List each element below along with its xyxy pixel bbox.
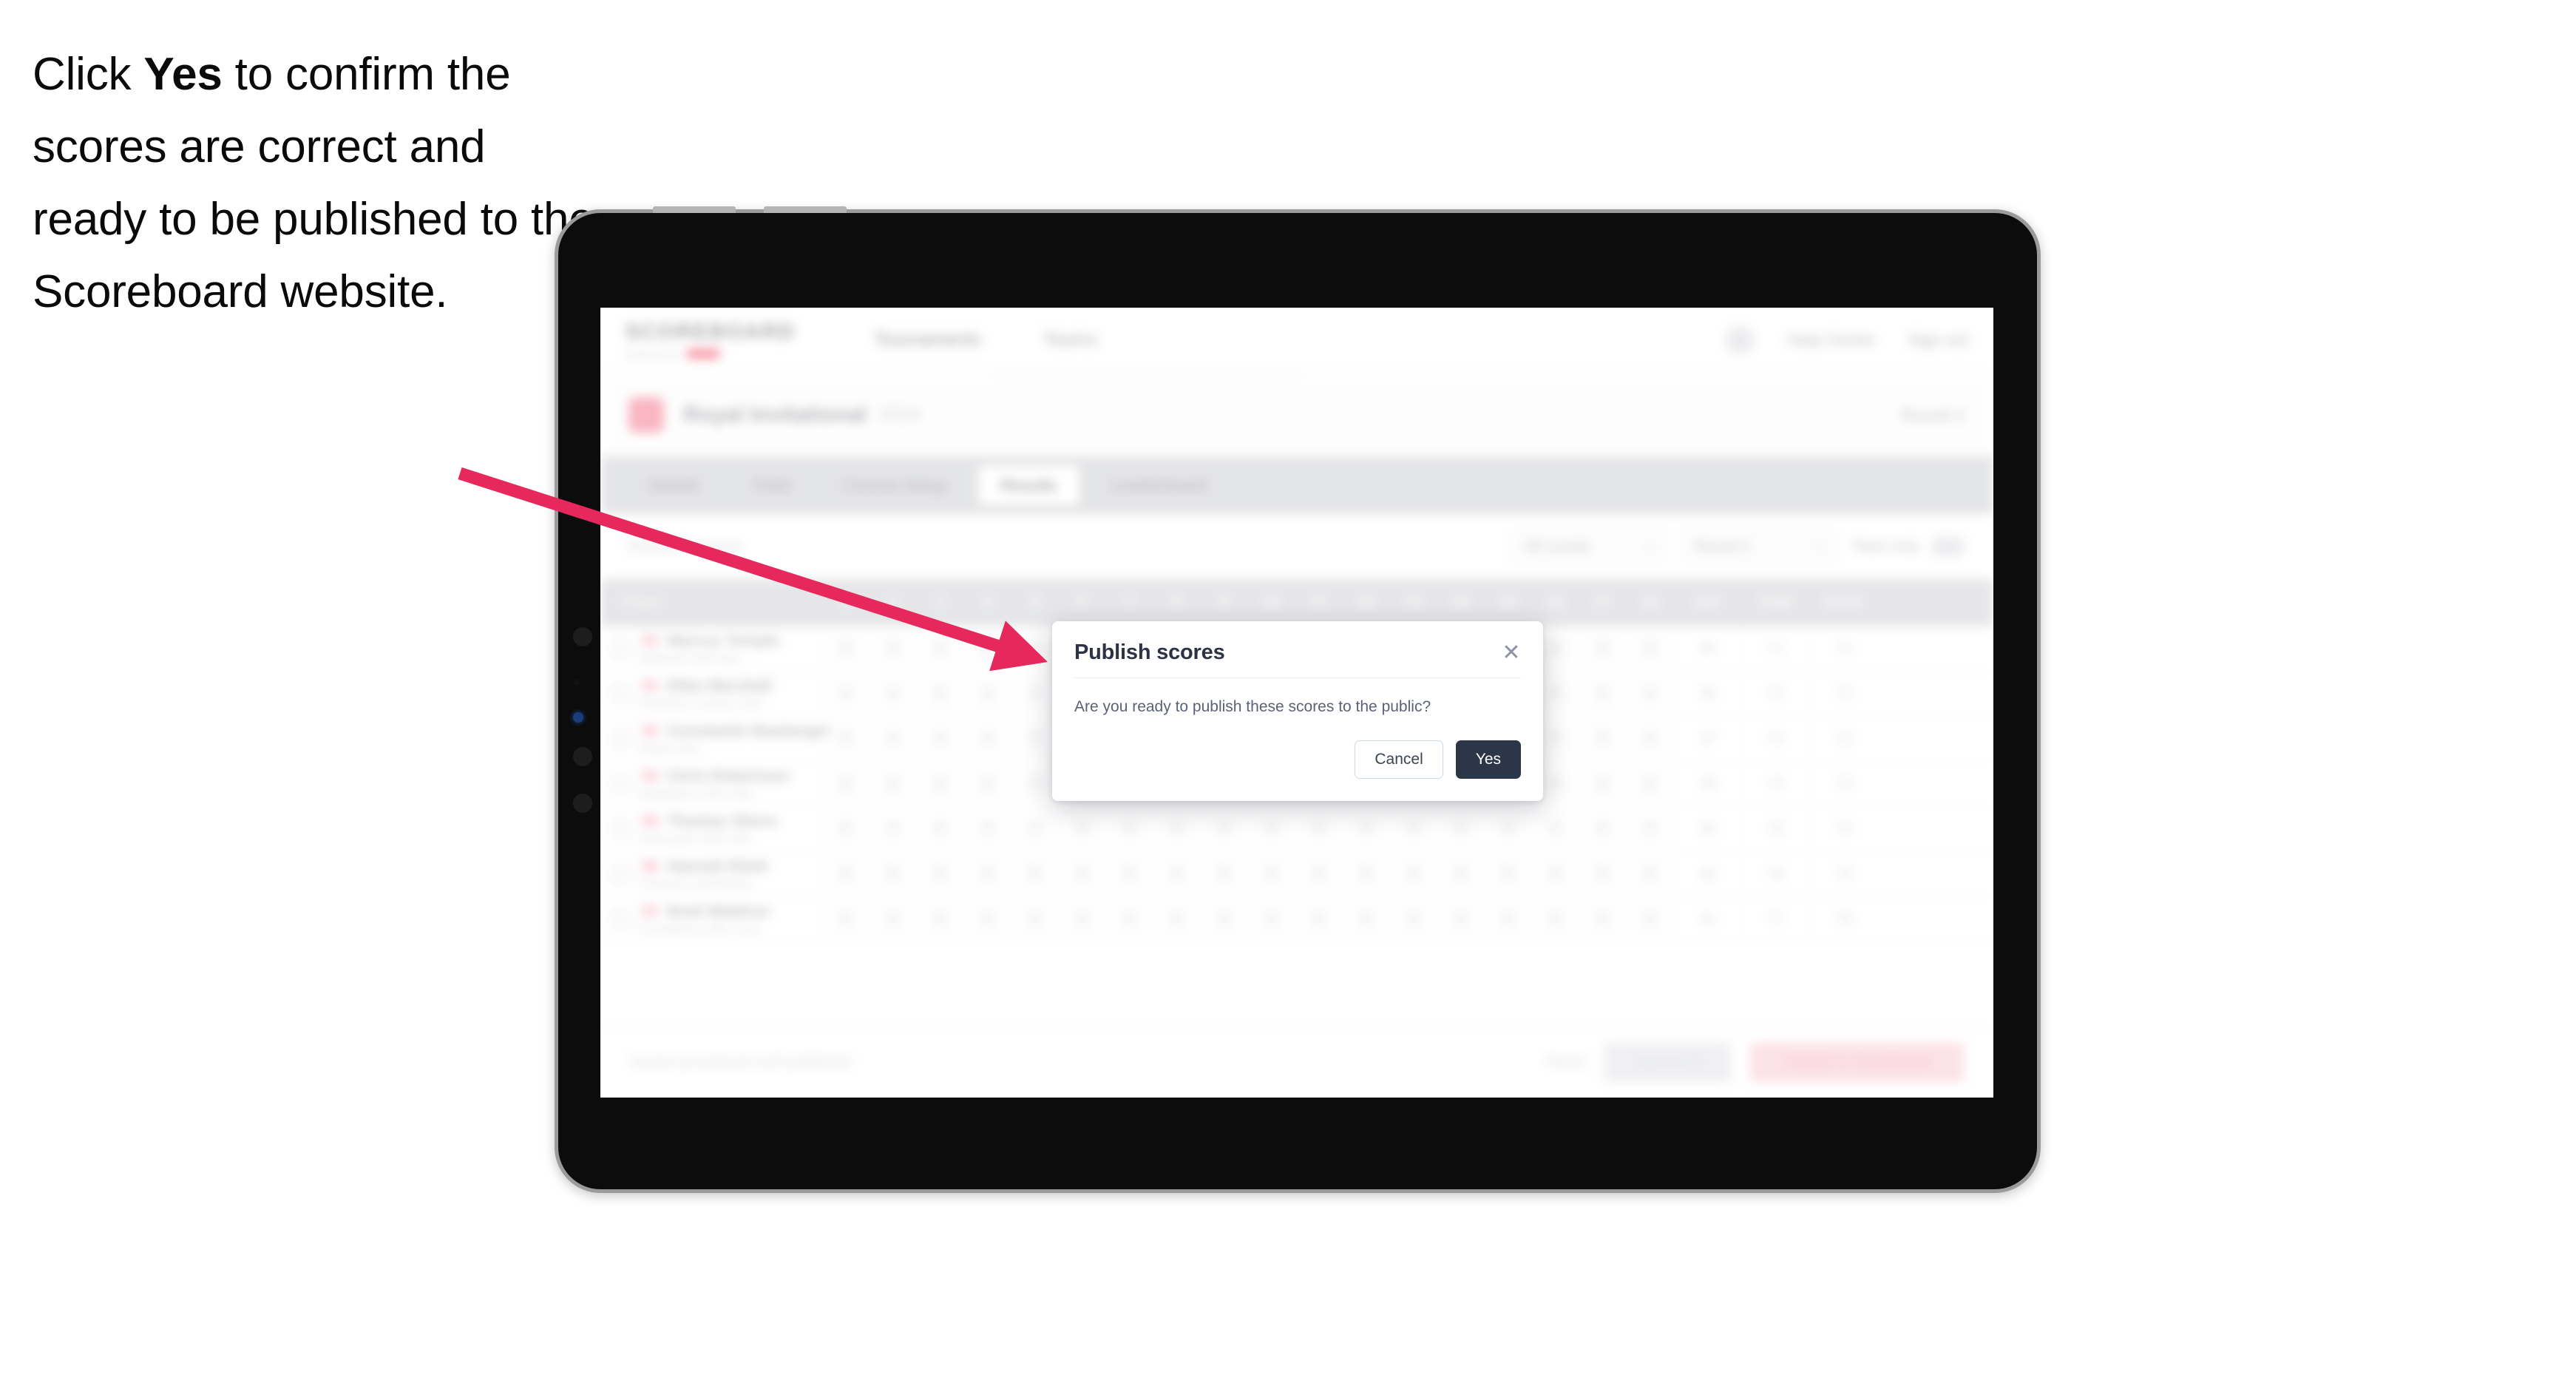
dialog-message: Are you ready to publish these scores to…: [1074, 698, 1431, 715]
dialog-actions: Cancel Yes: [1052, 718, 1543, 801]
front-camera-icon: [573, 627, 592, 646]
tablet-screen: SCOREBOARD powered by Tournaments Teams …: [600, 308, 1993, 1098]
screenshot-root: Click Yes to confirm the scores are corr…: [0, 0, 2576, 1386]
volume-down-button[interactable]: [764, 206, 847, 213]
cancel-button[interactable]: Cancel: [1355, 740, 1443, 780]
yes-button[interactable]: Yes: [1455, 740, 1521, 780]
tablet-device: SCOREBOARD powered by Tournaments Teams …: [555, 206, 2041, 1193]
caption-text-before: Click: [33, 49, 144, 100]
dialog-title: Publish scores: [1074, 640, 1225, 664]
speaker-hole-icon: [573, 794, 592, 813]
dialog-header: Publish scores ✕: [1052, 621, 1543, 666]
publish-scores-dialog: Publish scores ✕ Are you ready to publis…: [1052, 621, 1543, 802]
ambient-sensor-icon: [573, 679, 580, 686]
indicator-led-icon: [573, 712, 583, 723]
caption-emphasis-yes: Yes: [143, 49, 223, 100]
close-icon[interactable]: ✕: [1499, 640, 1524, 666]
microphone-icon: [573, 747, 592, 766]
volume-up-button[interactable]: [653, 206, 736, 213]
instruction-caption: Click Yes to confirm the scores are corr…: [33, 38, 594, 328]
